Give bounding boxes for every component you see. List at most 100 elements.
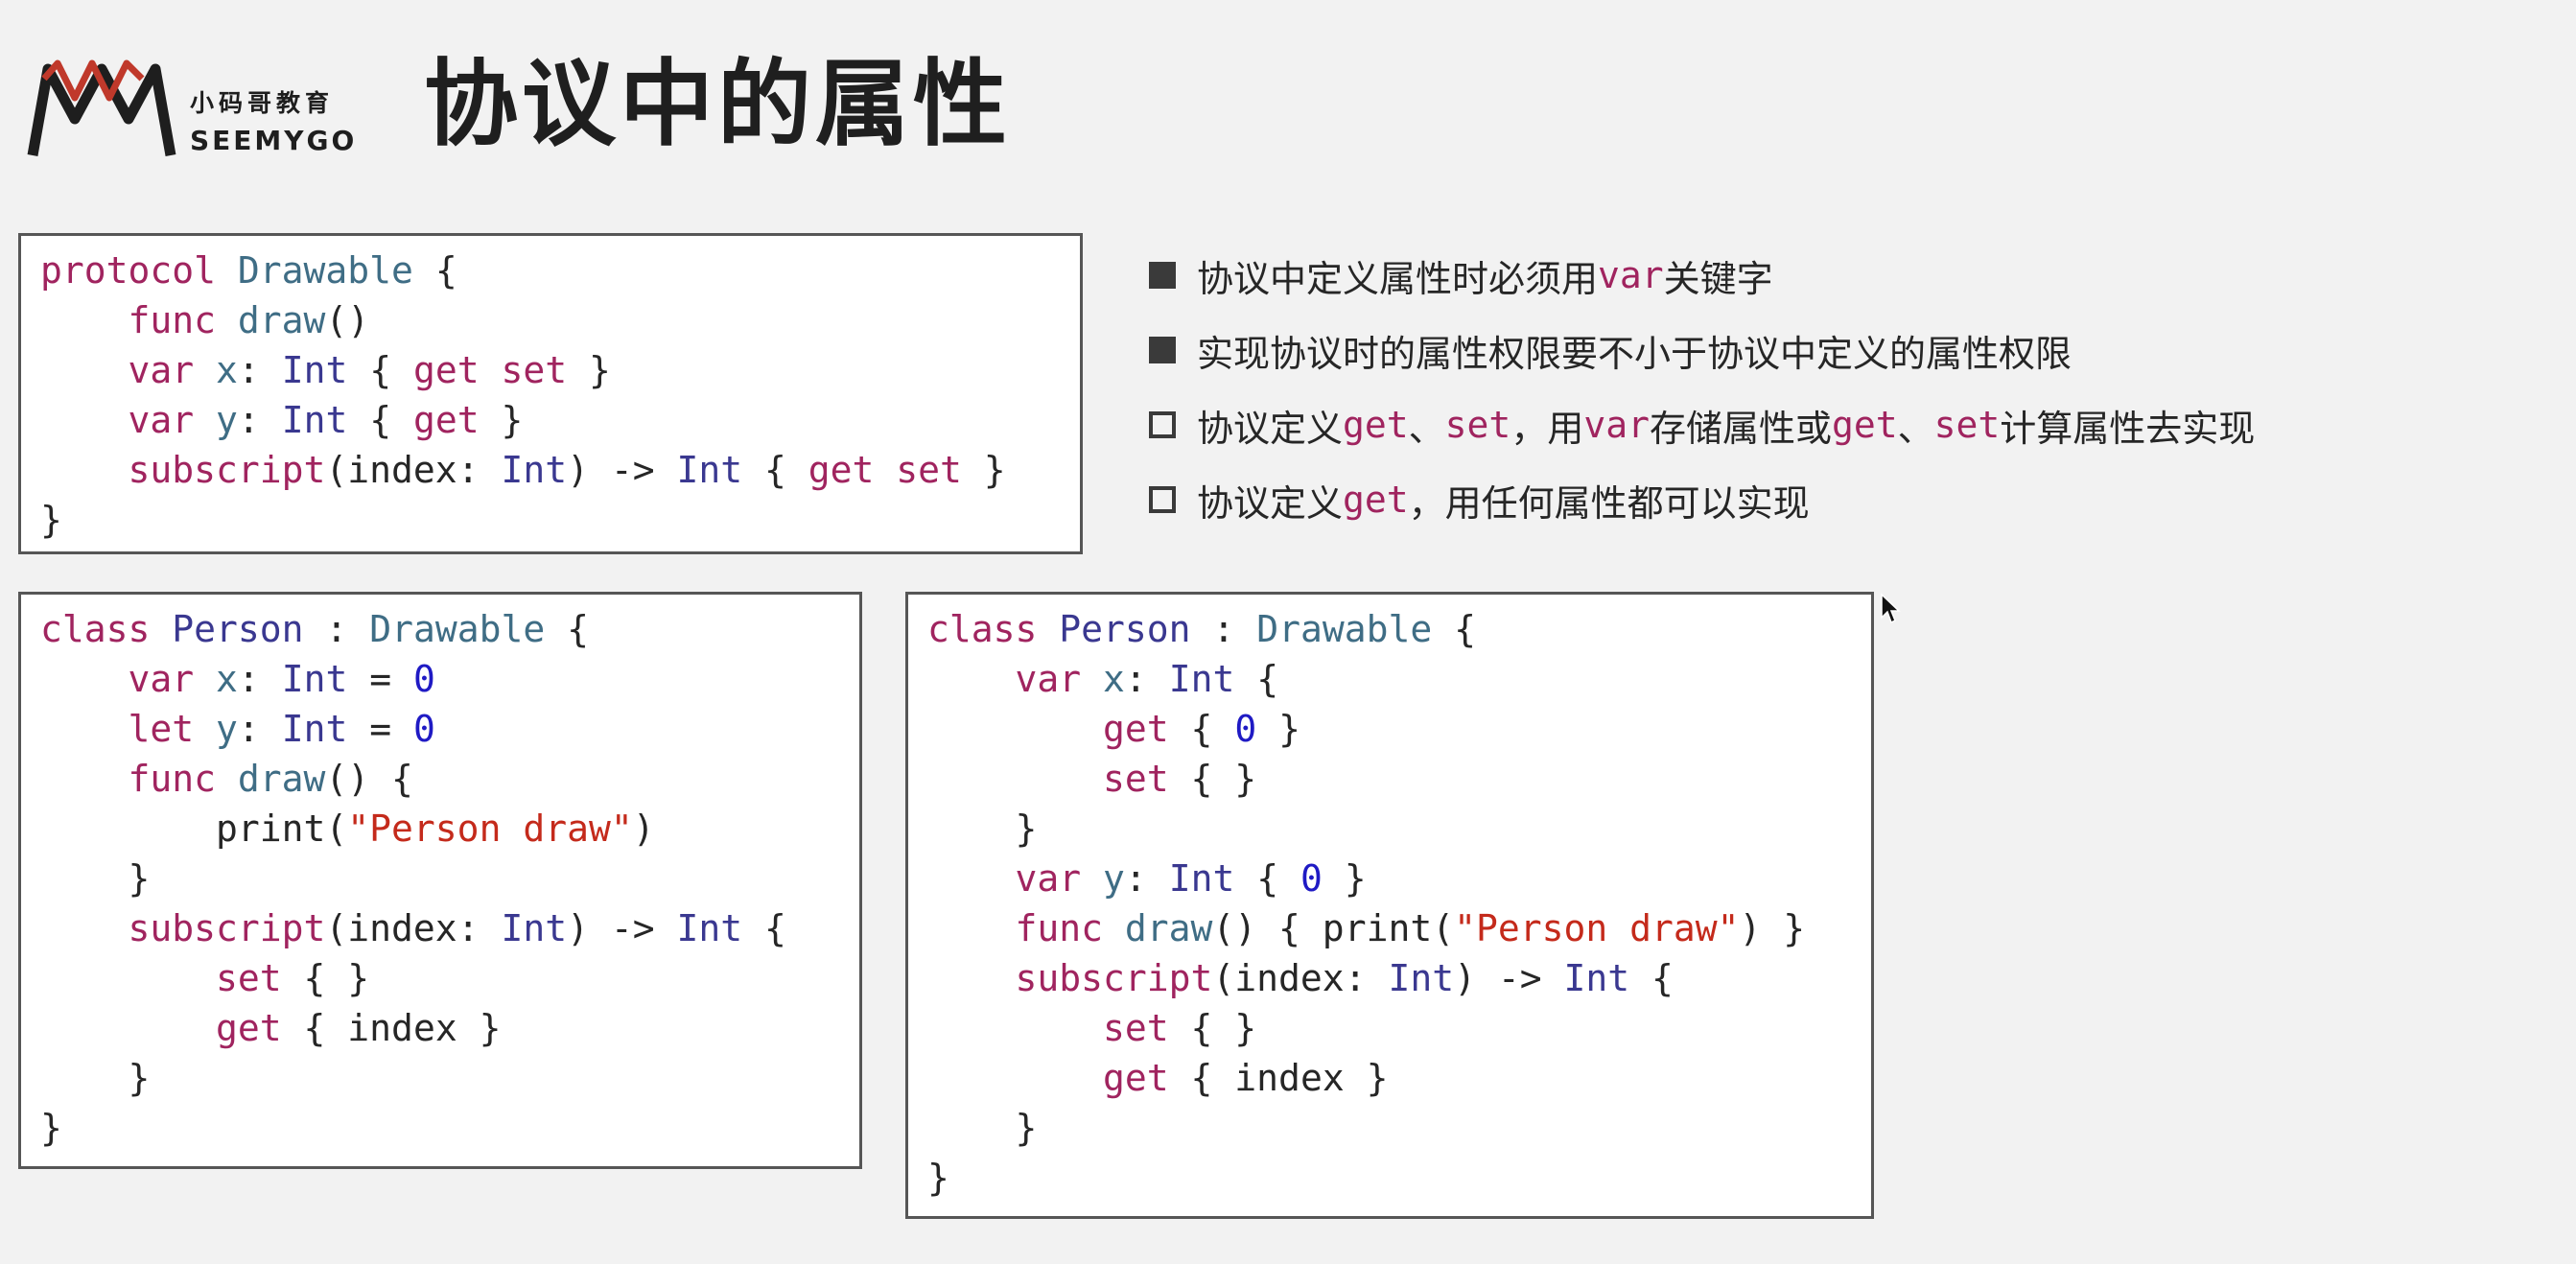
code-line: class Person : Drawable { (40, 604, 859, 654)
code-token: x (216, 658, 238, 700)
code-token: (index: (325, 449, 502, 491)
code-token: ) -> (567, 449, 677, 491)
code-token: get (1103, 708, 1169, 750)
code-token: Int (281, 708, 348, 750)
code-token: { (1234, 658, 1279, 700)
protocol-code-block: protocol Drawable { func draw() var x: I… (18, 233, 1083, 554)
code-token: set (1103, 1007, 1169, 1049)
code-token: Int (281, 658, 348, 700)
code-token: y (216, 399, 238, 441)
code-token: ) -> (567, 907, 677, 949)
page-title: 协议中的属性 (424, 50, 1012, 159)
code-token: } (40, 499, 62, 541)
code-line: var x: Int { (927, 654, 1871, 704)
code-token: { } (1168, 758, 1257, 800)
code-token: draw (237, 299, 326, 341)
code-token: } (927, 1157, 949, 1199)
bullet-item: 实现协议时的属性权限要不小于协议中定义的属性权限 (1149, 313, 2255, 387)
bullet-text: 实现协议时的属性权限要不小于协议中定义的属性权限 (1197, 332, 2073, 375)
code-token: } (40, 857, 151, 900)
code-token: () (325, 299, 370, 341)
bullet-text: ，用 (1510, 407, 1584, 450)
code-token: : (237, 399, 282, 441)
code-token: Drawable (369, 608, 546, 650)
code-token: : (237, 349, 282, 391)
code-token: x (216, 349, 238, 391)
code-token: ) } (1739, 907, 1806, 949)
code-line: } (927, 804, 1871, 854)
bullet-text: 协议中定义属性时必须用 (1197, 257, 1599, 300)
bullet-text: 协议定义 (1197, 481, 1344, 525)
code-line: var y: Int { 0 } (927, 854, 1871, 903)
filled-square-bullet-icon (1149, 262, 1176, 289)
code-token: } (567, 349, 611, 391)
code-token: Int (676, 449, 743, 491)
code-token: y (1103, 857, 1125, 900)
code-line: } (927, 1153, 1871, 1203)
code-token: { (412, 249, 457, 292)
code-line: func draw() (40, 295, 1080, 345)
stored-properties-code-block: class Person : Drawable { var x: Int = 0… (18, 592, 862, 1169)
code-line: set { } (927, 754, 1871, 804)
code-line: func draw() { print("Person draw") } (927, 903, 1871, 953)
code-token: Person (1059, 608, 1191, 650)
hollow-square-bullet-icon (1149, 411, 1176, 438)
code-token: x (1103, 658, 1125, 700)
code-token: Int (1168, 857, 1235, 900)
code-token: ) (632, 808, 655, 850)
bullet-text: 、 (1408, 407, 1445, 450)
code-token: { (742, 907, 786, 949)
seemygo-logo-icon (27, 59, 176, 156)
code-token: 0 (412, 708, 435, 750)
code-token: get (216, 1007, 282, 1049)
code-token: : (237, 708, 282, 750)
code-token: { (742, 449, 808, 491)
code-token: Int (501, 449, 568, 491)
code-token: } (1322, 857, 1367, 900)
code-token: var (128, 349, 217, 391)
code-line: var x: Int { get set } (40, 345, 1080, 395)
code-line: } (927, 1103, 1871, 1153)
code-line: func draw() { (40, 754, 859, 804)
bullet-text: 协议定义 (1197, 407, 1344, 450)
code-token: print( (40, 808, 348, 850)
code-token: } (1256, 708, 1300, 750)
code-token: { } (281, 957, 370, 999)
code-token: var (128, 399, 217, 441)
bullet-text: 、 (1897, 407, 1934, 450)
code-line: get { index } (40, 1003, 859, 1053)
code-token: var (1015, 857, 1104, 900)
code-line: let y: Int = 0 (40, 704, 859, 754)
code-token: class (40, 608, 173, 650)
bullet-text: 存储属性或 (1649, 407, 1832, 450)
code-token: func (1015, 907, 1125, 949)
code-token: Int (676, 907, 743, 949)
code-token: protocol (40, 249, 238, 292)
filled-square-bullet-icon (1149, 337, 1176, 363)
mouse-cursor-icon (1881, 593, 1901, 624)
logo-english-text: SEEMYGO (190, 125, 358, 156)
code-token: var (128, 658, 217, 700)
code-token: class (927, 608, 1060, 650)
code-token: subscript (1015, 957, 1213, 999)
bullet-item: 协议定义 get、 set ，用 var 存储属性或 get、 set 计算属性去实现 (1149, 387, 2255, 462)
code-token: () { (325, 758, 413, 800)
code-token: (index: (325, 907, 502, 949)
code-token: Int (1563, 957, 1630, 999)
code-line: } (40, 495, 1080, 545)
code-line: set { } (927, 1003, 1871, 1053)
bullet-text: 计算属性去实现 (2000, 407, 2256, 450)
bullet-code-keyword: set (1444, 404, 1511, 446)
code-token: draw (237, 758, 326, 800)
code-line: var y: Int { get } (40, 395, 1080, 445)
code-token: get (1103, 1057, 1169, 1099)
code-token: Drawable (1256, 608, 1433, 650)
code-token: = (347, 708, 413, 750)
code-token: () { print( (1212, 907, 1455, 949)
